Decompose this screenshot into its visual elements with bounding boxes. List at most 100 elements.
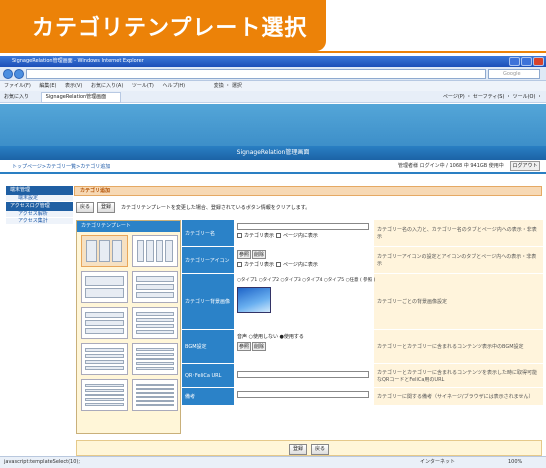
template-grid — [81, 235, 178, 411]
template-option[interactable] — [131, 343, 178, 375]
desc-category-bg: カテゴリーごとの背景画像設定 — [374, 274, 543, 329]
template-option[interactable] — [81, 235, 128, 267]
minimize-button[interactable] — [509, 57, 520, 66]
checkbox-icon-page[interactable] — [276, 262, 282, 267]
icon-browse-button[interactable]: 参照 — [237, 250, 252, 259]
bgm-radios[interactable]: 音声 ○使用しない ●使用する — [237, 333, 371, 340]
value-category-icon: 参照 削除 カテゴリ表示 ページ内に表示 — [234, 247, 374, 273]
favorites-button[interactable]: お気に入り — [4, 94, 29, 100]
back-button[interactable]: 戻る — [76, 202, 95, 213]
desc-memo: カテゴリーに関する備考（サイネージ/ブラウザには表示されません） — [374, 388, 543, 405]
browser-window: SignageRelation管理画面 - Windows Internet E… — [0, 56, 546, 468]
security-zone: インターネット — [420, 459, 456, 465]
label-category-icon: カテゴリーアイコン — [182, 247, 234, 273]
memo-input[interactable] — [237, 391, 369, 398]
menu-help[interactable]: ヘルプ(H) — [162, 83, 185, 89]
value-bgm: 音声 ○使用しない ●使用する 参照 削除 — [234, 330, 374, 363]
label-category-bg: カテゴリー背景画像 — [182, 274, 234, 329]
web-page: SignageRelation管理画面 トップページ>カテゴリ一覧>カテゴリ追加… — [0, 104, 546, 456]
bgm-browse-button[interactable]: 参照 — [237, 342, 252, 351]
label-qr-url: QR･FeliCa URL — [182, 364, 234, 387]
desc-bgm: カテゴリーとカテゴリーに含まれるコンテンツ表示中のBGM設定 — [374, 330, 543, 363]
label-memo: 備考 — [182, 388, 234, 405]
checkbox-page-display[interactable] — [276, 233, 282, 238]
checkbox-label: カテゴリ表示 — [244, 262, 275, 268]
value-qr-url — [234, 364, 374, 387]
category-icon-checks: カテゴリ表示 ページ内に表示 — [237, 261, 371, 268]
checkbox-tab-display[interactable] — [237, 233, 242, 238]
menu-file[interactable]: ファイル(F) — [4, 83, 31, 89]
footer-register-button[interactable]: 登録 — [289, 444, 308, 455]
template-option[interactable] — [81, 271, 128, 303]
warning-note: カテゴリテンプレートを変更した場合、登録されているボタン情報をクリアします。 — [121, 205, 311, 211]
sidebar-heading-terminal[interactable]: 端末管理 — [6, 186, 73, 195]
checkbox-label: ページ内に表示 — [283, 262, 318, 268]
command-bar[interactable]: ページ(P) ・ セーフティ(S) ・ ツール(O) ・ — [443, 91, 542, 103]
category-name-checks: カテゴリ表示 ページ内に表示 — [237, 232, 371, 239]
sidebar-item-access-summary[interactable]: アクセス集計 — [6, 218, 73, 225]
login-status: 管理者様 ログイン中 / 1068 中 941GB 使用中 — [398, 163, 504, 169]
window-titlebar: SignageRelation管理画面 - Windows Internet E… — [0, 56, 546, 67]
template-option[interactable] — [81, 379, 128, 411]
menu-edit[interactable]: 編集(E) — [39, 83, 56, 89]
value-category-name: カテゴリ表示 ページ内に表示 — [234, 220, 374, 246]
qr-url-input[interactable] — [237, 371, 369, 378]
template-option[interactable] — [131, 271, 178, 303]
template-option[interactable] — [81, 307, 128, 339]
bgm-delete-button[interactable]: 削除 — [252, 342, 267, 351]
label-bgm: BGM設定 — [182, 330, 234, 363]
menu-bar: ファイル(F) 編集(E) 表示(V) お気に入り(A) ツール(T) ヘルプ(… — [0, 81, 546, 91]
logout-button[interactable]: ログアウト — [510, 161, 540, 171]
value-memo — [234, 388, 374, 405]
category-form: カテゴリー名 カテゴリ表示 ページ内に表示 カテゴリー名の入力と、カテゴリー名のタ… — [182, 220, 543, 406]
main-title: カテゴリ追加 — [74, 186, 542, 196]
template-panel-heading: カテゴリテンプレート — [77, 221, 180, 232]
url-input[interactable] — [26, 69, 486, 79]
category-name-input[interactable] — [237, 223, 369, 230]
value-category-bg: ○タイプ1 ○タイプ2 ○タイプ3 ○タイプ4 ○タイプ5 ○任意 ( 参照 ) — [234, 274, 375, 329]
form-row-icon: カテゴリーアイコン 参照 削除 カテゴリ表示 ページ内に表示 カテゴリーアイコンの設… — [182, 247, 543, 274]
zoom-level[interactable]: 100% — [508, 457, 522, 468]
menu-view[interactable]: 表示(V) — [65, 83, 82, 89]
status-text: javascript:templateSelect(10); — [4, 459, 81, 465]
form-row-memo: 備考 カテゴリーに関する備考（サイネージ/ブラウザには表示されません） — [182, 388, 543, 406]
sidebar-item-terminal-settings[interactable]: 端末設定 — [6, 195, 73, 202]
browser-tab[interactable]: SignageRelation管理画面 — [40, 92, 122, 103]
page-top-band — [0, 104, 546, 146]
menu-tools[interactable]: ツール(T) — [132, 83, 154, 89]
window-controls — [509, 57, 544, 66]
desc-category-icon: カテゴリーアイコンの設定とアイコンのタブとページ内への表示・非表示 — [374, 247, 543, 273]
form-row-bg: カテゴリー背景画像 ○タイプ1 ○タイプ2 ○タイプ3 ○タイプ4 ○タイプ5 … — [182, 274, 543, 330]
checkbox-icon-tab[interactable] — [237, 262, 242, 267]
desc-qr-url: カテゴリーとカテゴリーに含まれるコンテンツを表示した時に取得可能なQRコードとF… — [374, 364, 543, 387]
template-option[interactable] — [81, 343, 128, 375]
bg-preview-image — [237, 287, 271, 313]
footer-actions: 登録 戻る — [76, 440, 542, 456]
search-input[interactable]: Google — [488, 69, 540, 79]
banner-title: カテゴリテンプレート選択 — [32, 16, 308, 41]
page-header: SignageRelation管理画面 — [0, 146, 546, 160]
back-icon[interactable] — [3, 69, 13, 79]
template-option[interactable] — [131, 307, 178, 339]
form-row-qr: QR･FeliCa URL カテゴリーとカテゴリーに含まれるコンテンツを表示した… — [182, 364, 543, 388]
template-option[interactable] — [131, 379, 178, 411]
close-button[interactable] — [533, 57, 544, 66]
favorites-bar: お気に入り SignageRelation管理画面 ページ(P) ・ セーフティ… — [0, 91, 546, 103]
forward-icon[interactable] — [14, 69, 24, 79]
label-category-name: カテゴリー名 — [182, 220, 234, 246]
bg-type-radios[interactable]: ○タイプ1 ○タイプ2 ○タイプ3 ○タイプ4 ○タイプ5 ○任意 ( 参照 ) — [237, 277, 375, 283]
menu-translate[interactable]: 変換 ・ 選択 — [214, 83, 242, 89]
status-bar: javascript:templateSelect(10); インターネット 1… — [0, 456, 546, 468]
template-option[interactable] — [131, 235, 178, 267]
sidebar-item-access-analysis[interactable]: アクセス解析 — [6, 211, 73, 218]
address-bar: Google — [0, 67, 546, 81]
form-row-bgm: BGM設定 音声 ○使用しない ●使用する 参照 削除 カテゴリーとカテゴリーに含… — [182, 330, 543, 364]
menu-favorites[interactable]: お気に入り(A) — [91, 83, 123, 89]
sidebar-heading-access-log[interactable]: アクセスログ管理 — [6, 202, 73, 211]
icon-delete-button[interactable]: 削除 — [252, 250, 267, 259]
register-button[interactable]: 登録 — [97, 202, 116, 213]
maximize-button[interactable] — [521, 57, 532, 66]
footer-back-button[interactable]: 戻る — [311, 444, 330, 455]
slide-banner: カテゴリテンプレート選択 — [0, 0, 546, 54]
template-panel: カテゴリテンプレート — [76, 220, 181, 434]
